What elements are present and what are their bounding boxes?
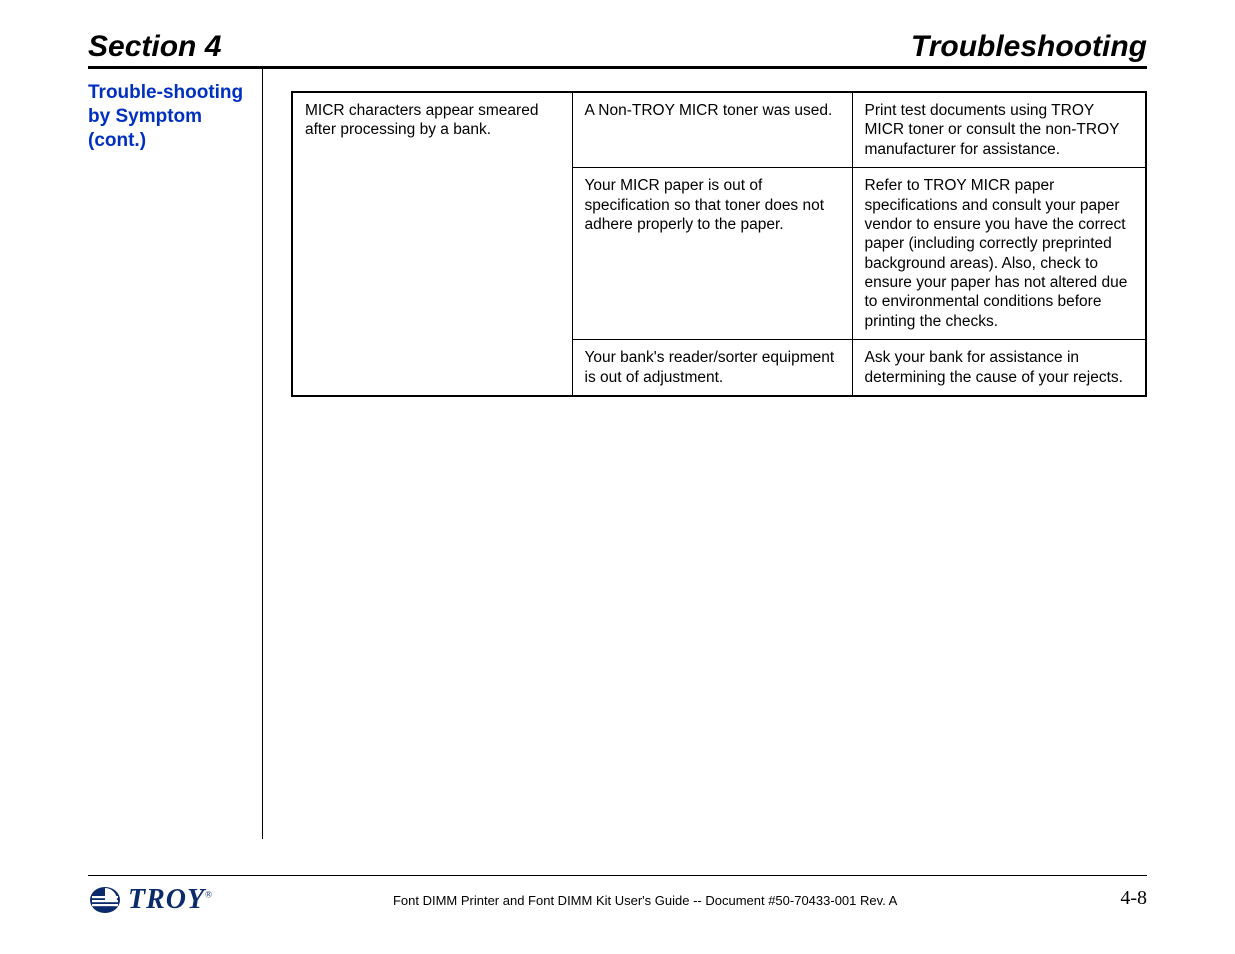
page-number: 4-8 xyxy=(1120,887,1147,910)
footer-doc-info: Font DIMM Printer and Font DIMM Kit User… xyxy=(393,893,897,908)
troubleshooting-table: MICR characters appear smeared after pro… xyxy=(291,91,1147,397)
troy-logo: TROY® xyxy=(88,884,213,916)
logo-word-text: TROY xyxy=(128,884,205,915)
section-title: Section 4 xyxy=(88,30,221,64)
solution-cell: Print test documents using TROY MICR ton… xyxy=(852,92,1146,168)
symptom-cell: MICR characters appear smeared after pro… xyxy=(292,92,572,396)
logo-registered: ® xyxy=(205,890,213,900)
page-footer: TROY® Font DIMM Printer and Font DIMM Ki… xyxy=(88,875,1147,916)
main-content: MICR characters appear smeared after pro… xyxy=(263,69,1147,839)
table-row: MICR characters appear smeared after pro… xyxy=(292,92,1146,168)
cause-cell: A Non-TROY MICR toner was used. xyxy=(572,92,852,168)
solution-cell: Ask your bank for assistance in determin… xyxy=(852,340,1146,396)
sidebar-heading: Trouble-shooting by Symptom (cont.) xyxy=(88,81,262,152)
cause-cell: Your bank's reader/sorter equipment is o… xyxy=(572,340,852,396)
page-header: Section 4 Troubleshooting xyxy=(88,30,1147,69)
solution-cell: Refer to TROY MICR paper specifications … xyxy=(852,168,1146,340)
logo-icon xyxy=(88,885,122,915)
sidebar: Trouble-shooting by Symptom (cont.) xyxy=(88,69,263,839)
chapter-title: Troubleshooting xyxy=(911,30,1147,64)
logo-text: TROY® xyxy=(128,884,213,916)
cause-cell: Your MICR paper is out of specification … xyxy=(572,168,852,340)
